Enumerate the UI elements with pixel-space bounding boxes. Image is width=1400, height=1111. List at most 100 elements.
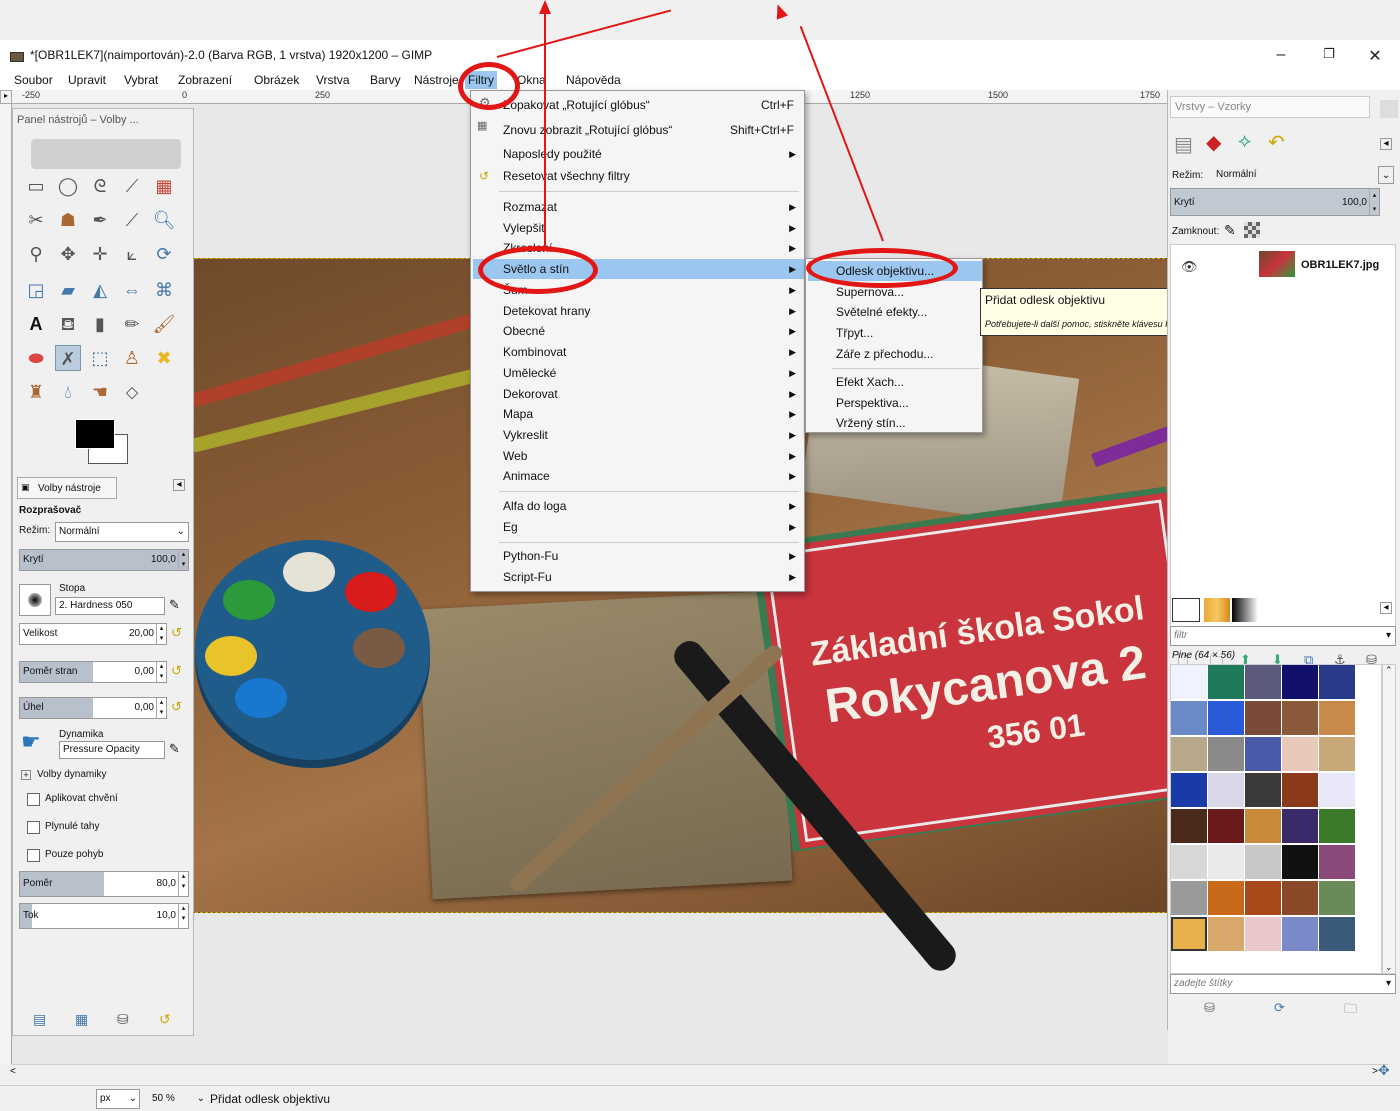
pattern-swatch[interactable] xyxy=(1282,737,1318,771)
pattern-swatch[interactable] xyxy=(1208,881,1244,915)
spin-buttons[interactable]: ▴ ▾ xyxy=(178,872,188,896)
menu-item-reset[interactable]: Resetovat všechny filtry xyxy=(503,169,630,183)
menu-item-combine[interactable]: Kombinovat xyxy=(503,345,566,359)
menu-item-python-fu[interactable]: Python-Fu xyxy=(503,549,558,563)
chevron-left-icon[interactable]: < xyxy=(10,1066,16,1077)
menu-item-xach-effect[interactable]: Efekt Xach... xyxy=(836,375,904,389)
dock-tab-header[interactable]: Vrstvy – Vzorky xyxy=(1170,96,1370,118)
eraser-icon[interactable]: ⬬ xyxy=(23,345,49,371)
fuzzy-select-icon[interactable]: ⟋ xyxy=(119,173,145,199)
pattern-swatch[interactable] xyxy=(1171,845,1207,879)
restore-options-icon[interactable]: ▦ xyxy=(75,1011,88,1028)
color-select-icon[interactable]: ▦ xyxy=(151,173,177,199)
layers-tab-icon[interactable]: ▤ xyxy=(1174,132,1193,157)
reset-options-icon[interactable]: ↺ xyxy=(159,1011,171,1028)
chevron-up-icon[interactable]: ⌃ xyxy=(1385,665,1393,676)
menu-item-reshow[interactable]: Znovu zobrazit „Rotující glóbus“ xyxy=(503,123,672,137)
reset-icon[interactable]: ↺ xyxy=(171,663,182,679)
pattern-swatch[interactable] xyxy=(1245,917,1281,951)
jitter-checkbox[interactable] xyxy=(27,793,40,806)
pattern-swatch[interactable] xyxy=(1208,737,1244,771)
patterns-grid[interactable] xyxy=(1170,664,1382,974)
zoom-select[interactable]: 50 % ⌄ xyxy=(148,1089,208,1109)
chevron-down-icon[interactable]: ⌄ xyxy=(1385,962,1393,973)
bucket-fill-icon[interactable]: ⛾ xyxy=(55,311,81,337)
pattern-swatch[interactable] xyxy=(1282,917,1318,951)
mode-select[interactable]: Normální ⌄ xyxy=(55,522,189,542)
pattern-swatch[interactable] xyxy=(1319,917,1355,951)
refresh-patterns-icon[interactable]: ⟳ xyxy=(1274,1000,1285,1016)
menu-item-artistic[interactable]: Umělecké xyxy=(503,366,556,380)
motion-only-checkbox[interactable] xyxy=(27,849,40,862)
pattern-swatch[interactable] xyxy=(1171,809,1207,843)
pattern-swatch[interactable] xyxy=(1245,845,1281,879)
pattern-swatch[interactable] xyxy=(1171,773,1207,807)
pattern-swatch[interactable] xyxy=(1282,845,1318,879)
free-select-icon[interactable]: ᘓ xyxy=(87,173,113,199)
dynamics-field[interactable]: Pressure Opacity xyxy=(59,741,165,759)
configure-tab-icon[interactable]: ◂ xyxy=(1380,602,1392,614)
menu-item-edge-detect[interactable]: Detekovat hrany xyxy=(503,304,590,318)
dodge-burn-icon[interactable]: ⬦ xyxy=(119,379,145,405)
edit-dynamics-icon[interactable]: ✎ xyxy=(169,741,180,757)
color-picker-icon[interactable]: ⟋ xyxy=(119,207,145,233)
menu-soubor[interactable]: Soubor xyxy=(14,73,53,87)
heal-icon[interactable]: ✖ xyxy=(151,345,177,371)
scissors-icon[interactable]: ✂ xyxy=(23,207,49,233)
brushes-tab-icon[interactable] xyxy=(1172,598,1200,622)
pattern-swatch[interactable] xyxy=(1171,881,1207,915)
rate-slider[interactable]: Poměr 80,0 ▴ ▾ xyxy=(19,871,189,897)
menu-vybrat[interactable]: Vybrat xyxy=(124,73,158,87)
menu-napoveda[interactable]: Nápověda xyxy=(566,73,621,87)
pattern-swatch[interactable] xyxy=(1208,665,1244,699)
pattern-swatch[interactable] xyxy=(1319,773,1355,807)
undo-tab-icon[interactable]: ↶ xyxy=(1268,130,1285,155)
configure-tab-icon[interactable]: ◂ xyxy=(173,479,185,491)
pattern-swatch[interactable] xyxy=(1245,701,1281,735)
configure-tab-icon[interactable]: ◂ xyxy=(1380,138,1392,150)
pattern-swatch[interactable] xyxy=(1282,881,1318,915)
pattern-filter-field[interactable]: filtr ▾ xyxy=(1170,626,1396,646)
shear-icon[interactable]: ▰ xyxy=(55,277,81,303)
menu-item-alpha-to-logo[interactable]: Alfa do loga xyxy=(503,499,566,513)
menu-item-eg[interactable]: Eg xyxy=(503,520,518,534)
pattern-swatch[interactable] xyxy=(1208,701,1244,735)
pattern-swatch[interactable] xyxy=(1171,665,1207,699)
pattern-swatch[interactable] xyxy=(1245,737,1281,771)
pattern-swatch[interactable] xyxy=(1282,665,1318,699)
layer-name[interactable]: OBR1LEK7.jpg xyxy=(1301,259,1379,271)
spin-buttons[interactable]: ▴ ▾ xyxy=(1369,189,1379,215)
layer-opacity-slider[interactable]: Krytí 100,0 ▴ ▾ xyxy=(1170,188,1380,216)
pattern-swatch[interactable] xyxy=(1319,737,1355,771)
menu-item-recent[interactable]: Naposledy použité xyxy=(503,147,602,161)
pattern-swatch[interactable] xyxy=(1171,701,1207,735)
smudge-icon[interactable]: ☚ xyxy=(87,379,113,405)
pattern-swatch[interactable] xyxy=(1245,773,1281,807)
opacity-slider[interactable]: Krytí 100,0 ▴ ▾ xyxy=(19,549,189,571)
maximize-button[interactable]: ❐ xyxy=(1314,46,1344,66)
reset-icon[interactable]: ↺ xyxy=(171,625,182,641)
gradients-tab-icon[interactable] xyxy=(1232,598,1258,622)
dock-menu-button[interactable] xyxy=(1380,100,1398,118)
ellipse-select-icon[interactable]: ◯ xyxy=(55,173,81,199)
menu-item-perspective[interactable]: Perspektiva... xyxy=(836,396,909,410)
pattern-swatch[interactable] xyxy=(1319,665,1355,699)
quick-mask-icon[interactable]: ▸ xyxy=(0,90,12,104)
brush-name-field[interactable]: 2. Hardness 050 xyxy=(55,597,165,615)
menu-vrstva[interactable]: Vrstva xyxy=(316,73,350,87)
menu-item-sparkle[interactable]: Třpyt... xyxy=(836,326,873,340)
pattern-swatch[interactable] xyxy=(1171,737,1207,771)
rect-select-icon[interactable]: ▭ xyxy=(23,173,49,199)
eye-icon[interactable]: 👁︎ xyxy=(1181,259,1198,275)
pattern-swatch[interactable] xyxy=(1282,773,1318,807)
menu-nastroje[interactable]: Nástroje xyxy=(414,73,459,87)
layers-list[interactable]: 👁︎ OBR1LEK7.jpg xyxy=(1170,244,1396,644)
perspective-icon[interactable]: ◭ xyxy=(87,277,113,303)
measure-icon[interactable]: ⚲ xyxy=(23,241,49,267)
pattern-swatch[interactable] xyxy=(1208,809,1244,843)
pattern-swatch-selected[interactable] xyxy=(1171,917,1207,951)
lock-alpha-icon[interactable] xyxy=(1244,222,1260,238)
spin-buttons[interactable]: ▴ ▾ xyxy=(178,904,188,928)
menu-item-blur[interactable]: Rozmazat xyxy=(503,200,557,214)
pattern-swatch[interactable] xyxy=(1245,809,1281,843)
